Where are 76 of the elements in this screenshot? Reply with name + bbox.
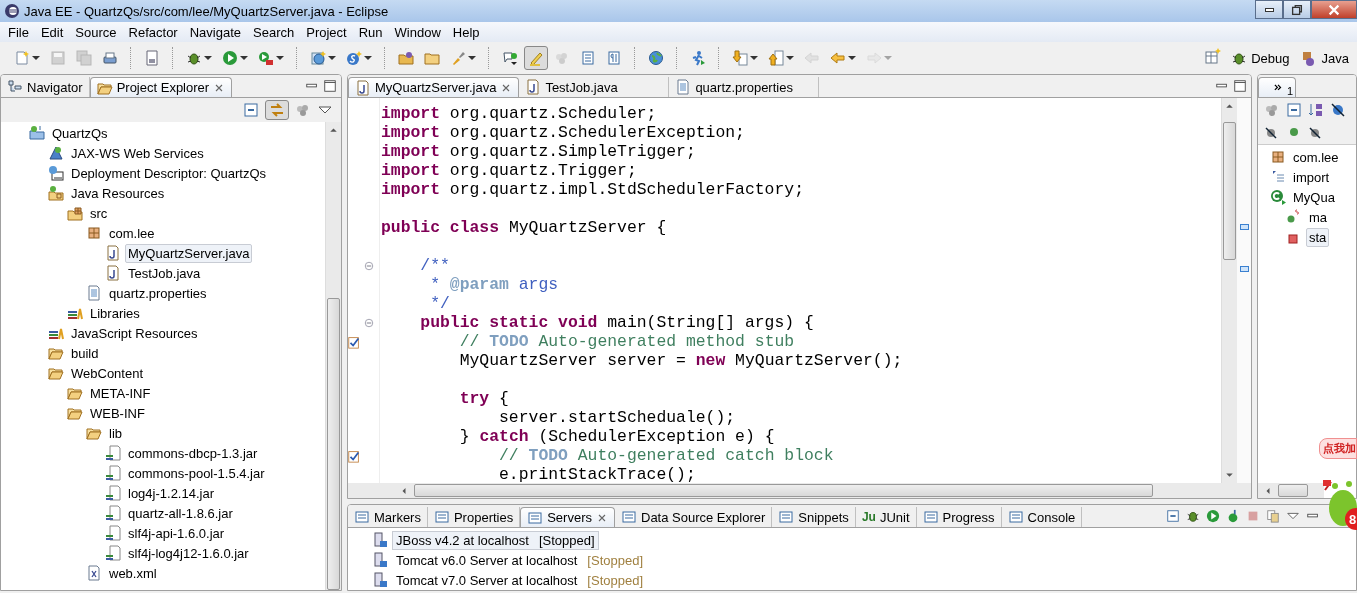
menu-item[interactable]: File [2,24,35,40]
tree-item[interactable]: slf4j-log4j12-1.6.0.jar [125,543,252,563]
tree-item[interactable]: web.xml [106,563,160,583]
menu-item[interactable]: Project [300,24,353,40]
tree-item[interactable]: META-INF [87,383,154,403]
view-tab[interactable]: Console [1001,507,1083,527]
code-line: import org.quartz.Trigger; [381,161,637,180]
tree-item[interactable]: com.lee [1290,147,1342,167]
view-tab[interactable]: Snippets [772,507,856,527]
tree-item[interactable]: com.lee [106,223,158,243]
tree-item[interactable]: sta [1306,227,1330,247]
tree-item[interactable]: src [87,203,111,223]
code-line: // TODO Auto-generated catch block [498,446,834,465]
code-line: public static void main(String[] args) { [419,313,814,332]
tree-item[interactable]: slf4j-api-1.6.0.jar [125,523,228,543]
menu-item[interactable]: Source [69,24,123,40]
server-item[interactable]: JBoss v4.2 at localhost [Stopped] [392,530,599,550]
tree-item[interactable]: ma [1306,207,1331,227]
tree-item[interactable]: WebContent [68,363,147,383]
code-line: e.printStackTrace(); [498,465,696,483]
code-line: public class MyQuartzServer { [381,218,667,237]
view-tab[interactable]: 1 [1258,77,1297,97]
code-line: import org.quartz.SchedulerException; [381,123,745,142]
code-line: import org.quartz.Scheduler; [381,104,657,123]
speech-bubble[interactable]: 点我加 [1319,438,1357,459]
menu-item[interactable]: Help [446,24,486,40]
perspective-button[interactable]: Debug [1229,48,1292,68]
tree-item[interactable]: commons-dbcp-1.3.jar [125,443,261,463]
tree-item[interactable]: commons-pool-1.5.4.jar [125,463,268,483]
tree-item[interactable]: log4j-1.2.14.jar [125,483,217,503]
code-line: * @param args [429,275,559,294]
menu-item[interactable]: Window [388,24,447,40]
tree-item[interactable]: import [1290,167,1333,187]
code-line: try { [458,389,509,408]
perspective-button[interactable]: Java [1299,48,1351,68]
code-line: import org.quartz.SimpleTrigger; [381,142,696,161]
view-tab[interactable]: Servers [520,507,615,527]
tree-item[interactable]: Libraries [87,303,143,323]
tree-item[interactable]: JavaScript Resources [68,323,201,343]
menu-item[interactable]: Navigate [183,24,247,40]
menu-item[interactable]: Refactor [122,24,184,40]
tree-item[interactable]: lib [106,423,125,443]
server-item[interactable]: Tomcat v6.0 Server at localhost [Stopped] [392,550,647,570]
tree-item[interactable]: quartz.properties [106,283,210,303]
menu-item[interactable]: Edit [34,24,70,40]
menu-item[interactable]: Run [352,24,389,40]
code-line: MyQuartzServer server = new MyQuartzServer(); [458,351,903,370]
view-tab[interactable]: Ju JUnit [855,507,917,527]
tree-item[interactable]: QuartzQs [49,123,111,143]
editor-tab[interactable]: quartz.properties [669,77,820,97]
tree-item[interactable]: MyQuartzServer.java [125,243,253,263]
tree-item[interactable]: TestJob.java [125,263,204,283]
tree-item[interactable]: quartz-all-1.8.6.jar [125,503,236,523]
view-tab[interactable]: Properties [427,507,521,527]
code-line: */ [429,294,450,313]
view-tab[interactable]: Progress [916,507,1002,527]
code-line: // TODO Auto-generated method stub [458,332,795,351]
tree-item[interactable]: WEB-INF [87,403,148,423]
view-tab[interactable]: Navigator [1,77,90,97]
tree-item[interactable]: Deployment Descriptor: QuartzQs [68,163,270,183]
tree-item[interactable]: build [68,343,102,363]
menu-item[interactable]: Search [247,24,301,40]
code-line: server.startScheduale(); [498,408,736,427]
server-item[interactable]: Tomcat v7.0 Server at localhost [Stopped] [392,570,647,590]
view-tab[interactable]: Data Source Explorer [615,507,773,527]
view-tab[interactable]: Project Explorer [89,77,233,97]
code-line: } catch (SchedulerException e) { [458,427,775,446]
editor-tab[interactable]: TestJob.java [519,77,670,97]
editor-tab[interactable]: MyQuartzServer.java [348,77,520,97]
tree-item[interactable]: Java Resources [68,183,168,203]
tree-item[interactable]: JAX-WS Web Services [68,143,207,163]
window-title: Java EE - QuartzQs/src/com/lee/MyQuartzServer.java - Eclipse [24,3,390,19]
view-tab[interactable]: Markers [348,507,428,527]
tree-item[interactable]: MyQua [1290,187,1338,207]
code-line: /** [419,256,450,275]
code-line: import org.quartz.impl.StdSchedulerFactory; [381,180,804,199]
